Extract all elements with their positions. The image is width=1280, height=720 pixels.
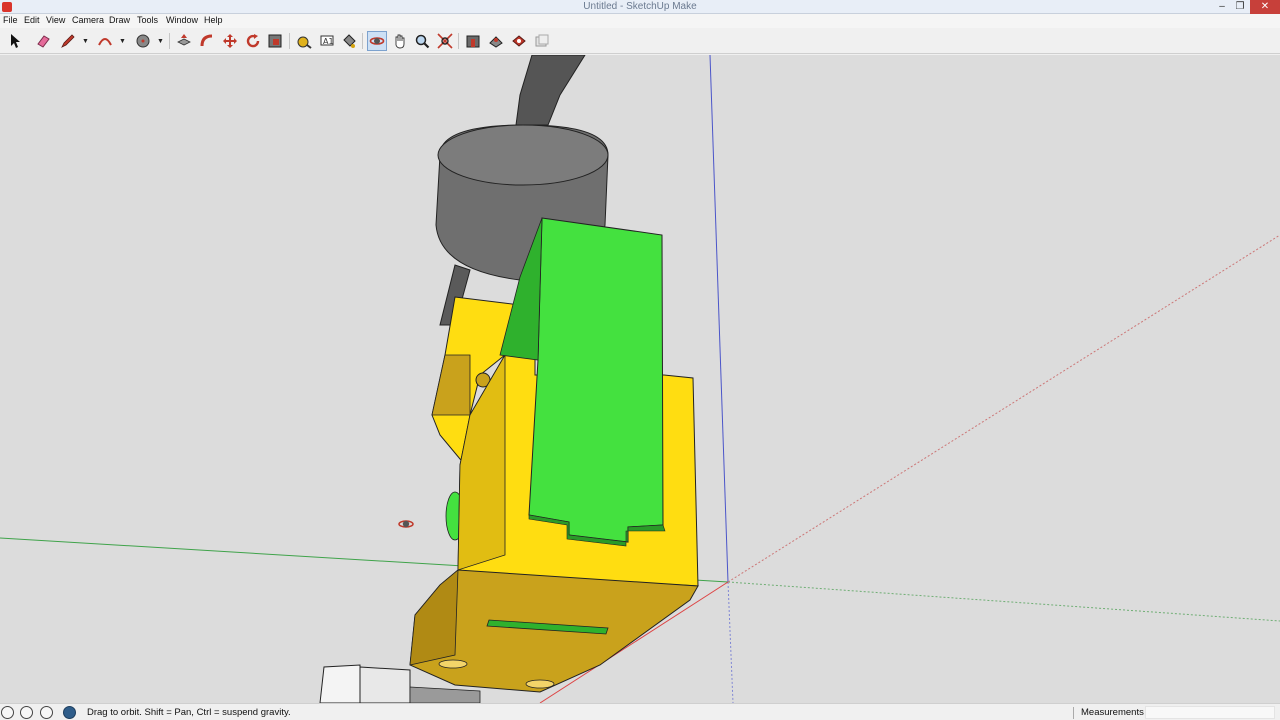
svg-text:A1: A1	[323, 37, 334, 46]
circle-icon	[136, 34, 150, 48]
status-separator	[1073, 707, 1074, 719]
menu-bar: File Edit View Camera Draw Tools Window …	[0, 14, 1280, 28]
close-button[interactable]: ✕	[1250, 0, 1280, 14]
menu-window[interactable]: Window	[166, 15, 198, 25]
text-tool[interactable]: A1	[317, 31, 337, 51]
user-account-icon[interactable]	[40, 706, 53, 719]
warehouse-tool[interactable]	[463, 31, 483, 51]
warehouse-icon	[466, 35, 480, 48]
status-hint: Drag to orbit. Shift = Pan, Ctrl = suspe…	[87, 707, 291, 718]
text-icon: A1	[320, 35, 334, 46]
select-tool[interactable]	[5, 31, 25, 51]
toolbar-separator	[362, 33, 363, 49]
share-model-icon	[489, 36, 503, 48]
menu-draw[interactable]: Draw	[109, 15, 130, 25]
toolbar-separator	[169, 33, 170, 49]
blue-axis	[709, 55, 729, 583]
eraser-icon	[37, 35, 50, 48]
menu-tools[interactable]: Tools	[137, 15, 158, 25]
status-bar: Drag to orbit. Shift = Pan, Ctrl = suspe…	[0, 703, 1280, 720]
arc-tool[interactable]	[95, 31, 115, 51]
hand-icon	[395, 34, 405, 49]
large-toolset-toolbar: ▼ ▼ ▼ A1	[0, 28, 1280, 54]
orbit-cursor-icon	[398, 520, 414, 528]
instructor-help-icon[interactable]	[63, 706, 76, 719]
model-canvas[interactable]	[0, 55, 1280, 703]
paint-bucket-tool[interactable]	[339, 31, 359, 51]
move-icon	[223, 34, 237, 48]
credits-icon[interactable]	[20, 706, 33, 719]
sketchup-window: Untitled - SketchUp Make – ❐ ✕ File Edit…	[0, 0, 1280, 720]
rotate-tool[interactable]	[243, 31, 263, 51]
arrow-cursor-icon	[11, 34, 20, 48]
scale-icon	[268, 34, 282, 48]
window-title: Untitled - SketchUp Make	[583, 1, 697, 12]
move-tool[interactable]	[220, 31, 240, 51]
blue-axis-dotted	[727, 581, 734, 703]
model-viewport[interactable]	[0, 55, 1280, 703]
tape-measure-tool[interactable]	[294, 31, 314, 51]
measurements-label: Measurements	[1081, 707, 1144, 718]
toolbar-separator	[289, 33, 290, 49]
push-pull-icon	[177, 34, 191, 46]
paint-bucket-icon	[343, 34, 356, 48]
minimize-button[interactable]: –	[1212, 0, 1232, 14]
line-dropdown-chevron-icon[interactable]: ▼	[82, 38, 90, 46]
follow-me-icon	[200, 34, 213, 47]
share-model-tool[interactable]	[486, 31, 506, 51]
zoom-extents-tool[interactable]	[435, 31, 455, 51]
circle-tool[interactable]	[133, 31, 153, 51]
extension-icon	[512, 35, 526, 47]
orbit-tool[interactable]	[367, 31, 387, 51]
eraser-tool[interactable]	[33, 31, 53, 51]
menu-camera[interactable]: Camera	[72, 15, 104, 25]
title-bar: Untitled - SketchUp Make – ❐ ✕	[0, 0, 1280, 14]
push-pull-tool[interactable]	[174, 31, 194, 51]
menu-file[interactable]: File	[3, 15, 18, 25]
zoom-extents-icon	[437, 33, 453, 49]
orbit-icon	[369, 37, 385, 45]
restore-button[interactable]: ❐	[1230, 0, 1250, 14]
scale-tool[interactable]	[265, 31, 285, 51]
arc-dropdown-chevron-icon[interactable]: ▼	[119, 38, 127, 46]
pencil-icon	[61, 34, 75, 48]
green-axis-dotted	[727, 581, 1280, 622]
layout-tool[interactable]	[532, 31, 552, 51]
shape-dropdown-chevron-icon[interactable]: ▼	[157, 38, 165, 46]
pan-tool[interactable]	[390, 31, 410, 51]
line-tool[interactable]	[58, 31, 78, 51]
red-axis-dotted	[727, 234, 1280, 583]
zoom-tool[interactable]	[412, 31, 432, 51]
extension-warehouse-tool[interactable]	[509, 31, 529, 51]
toolbar-separator	[458, 33, 459, 49]
measurements-input[interactable]	[1145, 706, 1275, 719]
menu-help[interactable]: Help	[204, 15, 223, 25]
menu-edit[interactable]: Edit	[24, 15, 40, 25]
layout-icon	[535, 34, 549, 47]
menu-view[interactable]: View	[46, 15, 65, 25]
geo-location-icon[interactable]	[1, 706, 14, 719]
zoom-icon	[415, 34, 430, 49]
tape-measure-icon	[297, 36, 312, 49]
arc-icon	[98, 38, 112, 46]
rotate-icon	[246, 34, 260, 48]
follow-me-tool[interactable]	[197, 31, 217, 51]
